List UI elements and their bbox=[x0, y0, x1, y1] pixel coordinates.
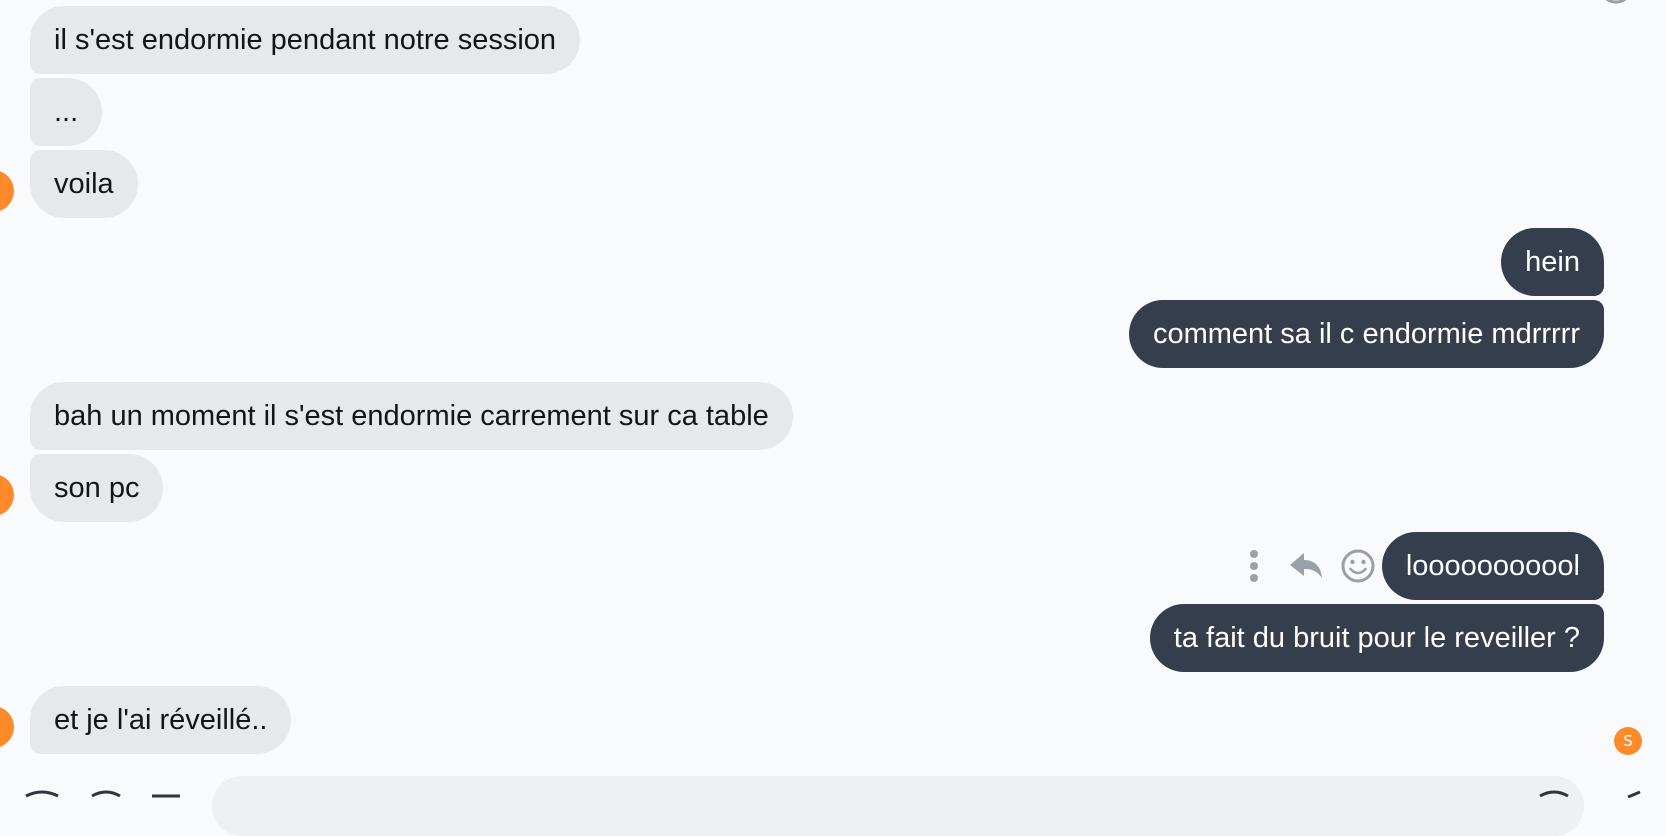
incoming-message-bubble[interactable]: ... bbox=[30, 78, 103, 146]
message-text: looooooooool bbox=[1405, 550, 1580, 582]
incoming-message-bubble[interactable]: son pc bbox=[30, 454, 164, 522]
react-emoji-icon[interactable] bbox=[1338, 543, 1378, 589]
circle-arrow-icon[interactable] bbox=[1596, 0, 1636, 14]
seen-avatar: S bbox=[1614, 727, 1642, 755]
incoming-message-bubble[interactable]: voila bbox=[30, 150, 138, 218]
outgoing-message-bubble[interactable]: hein bbox=[1501, 228, 1604, 296]
message-text: il s'est endormie pendant notre session bbox=[54, 24, 557, 56]
add-icon[interactable] bbox=[22, 788, 62, 798]
image-icon[interactable] bbox=[88, 788, 124, 798]
outgoing-message-bubble[interactable]: looooooooool bbox=[1381, 532, 1604, 600]
sender-avatar[interactable] bbox=[0, 170, 14, 212]
chat-thread: il s'est endormie pendant notre session … bbox=[0, 0, 1666, 836]
sender-avatar[interactable] bbox=[0, 706, 14, 748]
sender-avatar[interactable] bbox=[0, 474, 14, 516]
message-actions bbox=[1240, 543, 1378, 589]
message-text: et je l'ai réveillé.. bbox=[54, 704, 268, 736]
incoming-message-bubble[interactable]: et je l'ai réveillé.. bbox=[30, 686, 292, 754]
message-text: voila bbox=[54, 168, 114, 200]
message-text: ta fait du bruit pour le reveiller ? bbox=[1173, 622, 1580, 654]
message-text: comment sa il c endormie mdrrrrr bbox=[1152, 318, 1580, 350]
seen-avatar-initial: S bbox=[1623, 732, 1633, 750]
message-input[interactable] bbox=[212, 776, 1584, 836]
incoming-message-bubble[interactable]: bah un moment il s'est endormie carremen… bbox=[30, 382, 793, 450]
sticker-icon[interactable] bbox=[148, 788, 184, 798]
outgoing-message-bubble[interactable]: ta fait du bruit pour le reveiller ? bbox=[1149, 604, 1604, 672]
emoji-icon[interactable] bbox=[1536, 788, 1572, 798]
message-text: bah un moment il s'est endormie carremen… bbox=[54, 400, 769, 432]
outgoing-message-bubble[interactable]: comment sa il c endormie mdrrrrr bbox=[1128, 300, 1604, 368]
send-icon[interactable] bbox=[1624, 788, 1644, 798]
reply-icon[interactable] bbox=[1286, 543, 1326, 589]
message-text: ... bbox=[54, 96, 79, 128]
incoming-message-bubble[interactable]: il s'est endormie pendant notre session bbox=[30, 6, 581, 74]
message-text: hein bbox=[1525, 246, 1580, 278]
message-text: son pc bbox=[54, 472, 140, 504]
more-options-icon[interactable] bbox=[1240, 543, 1268, 589]
